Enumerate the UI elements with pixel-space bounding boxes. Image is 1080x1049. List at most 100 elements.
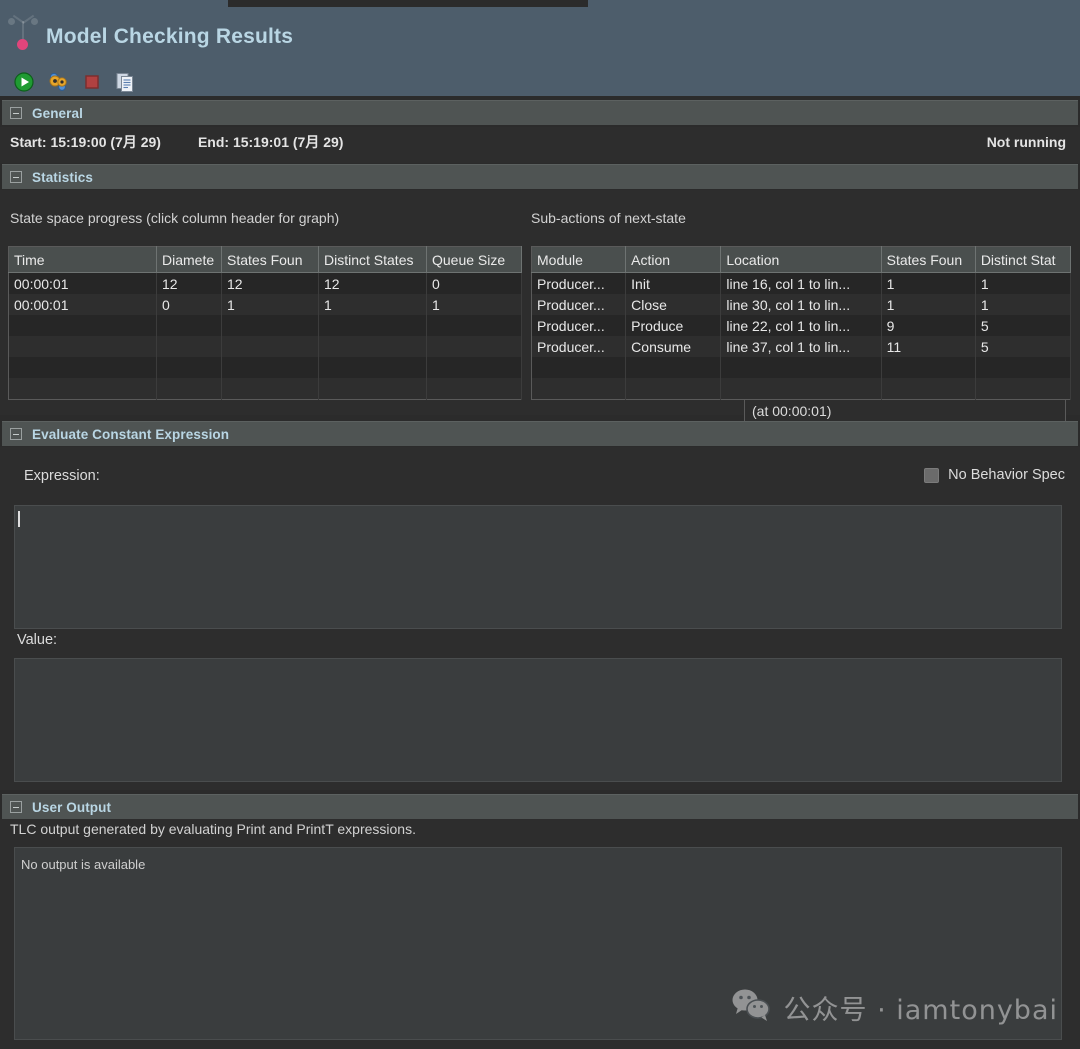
expression-label: Expression: [24,468,100,484]
no-behavior-spec-checkbox[interactable]: No Behavior Spec [924,467,1065,483]
state-space-progress-table[interactable]: Time Diamete States Foun Distinct States Que… [8,246,522,400]
table-cell [426,336,522,357]
table-cell: Producer... [531,336,627,357]
tab-strip-segment-left[interactable] [0,0,228,7]
table-cell: 1 [881,272,976,294]
table-row[interactable]: 00:00:01 12 12 12 0 [8,272,522,294]
text-caret [18,511,20,527]
table-cell: Produce [625,315,722,336]
table-row[interactable]: Producer... Consume line 37, col 1 to lin.… [531,336,1072,357]
table-cell [8,336,157,357]
sub-actions-table[interactable]: Module Action Location States Foun Distinct … [531,246,1072,400]
collapse-toggle-statistics-icon[interactable] [10,171,22,183]
stop-icon[interactable] [80,70,104,94]
table-cell: 1 [426,294,522,315]
column-header-2[interactable]: States Foun [221,246,319,273]
tab-strip-segment-right[interactable] [588,0,1080,7]
editor-tab-strip[interactable] [0,0,1080,7]
tab-strip-segment-active[interactable] [228,0,588,7]
column-header-3[interactable]: States Foun [881,246,976,273]
table-row[interactable]: 00:00:01 0 1 1 1 [8,294,522,315]
value-label: Value: [17,632,58,648]
results-toolbar[interactable] [12,70,138,94]
table-header-row[interactable]: Time Diamete States Foun Distinct States Que… [8,246,522,273]
table-cell [318,378,427,400]
table-cell [156,357,222,378]
table-cell [318,336,427,357]
section-title-evaluate: Evaluate Constant Expression [32,426,230,442]
column-header-1[interactable]: Diamete [156,246,222,273]
table-cell: 12 [318,272,427,294]
general-start-time: Start: 15:19:00 (7月 29) [10,134,161,150]
collapse-toggle-general-icon[interactable] [10,107,22,119]
section-header-user-output[interactable]: User Output [2,794,1078,819]
value-output [14,658,1062,782]
gears-icon[interactable] [46,70,70,94]
copy-icon[interactable] [114,70,138,94]
sub-actions-label: Sub-actions of next-state [531,210,686,226]
column-header-0[interactable]: Time [8,246,157,273]
table-body[interactable]: 00:00:01 12 12 12 0 00:00:01 0 1 1 1 [8,272,522,400]
table-cell: 0 [156,294,222,315]
general-end-time: End: 15:19:01 (7月 29) [197,134,344,150]
table-cell: Producer... [531,315,627,336]
table-row[interactable] [8,378,522,400]
spec-tree-icon [0,14,46,57]
column-header-4[interactable]: Distinct Stat [975,246,1072,273]
checkbox-box-icon[interactable] [924,467,940,483]
state-space-progress-label: State space progress (click column heade… [10,210,340,226]
column-header-0[interactable]: Module [531,246,627,273]
user-output-console[interactable]: No output is available [14,847,1062,1040]
column-header-2[interactable]: Location [720,246,882,273]
table-row[interactable] [8,336,522,357]
table-row[interactable]: Producer... Init line 16, col 1 to lin... 1… [531,272,1072,294]
table-row[interactable] [8,315,522,336]
results-header: Model Checking Results [0,7,1080,96]
table-body[interactable]: Producer... Init line 16, col 1 to lin... 1… [531,272,1072,400]
table-cell: 12 [221,272,319,294]
table-header-row[interactable]: Module Action Location States Foun Distinct … [531,246,1072,273]
run-icon[interactable] [12,70,36,94]
table-cell [318,315,427,336]
table-row[interactable] [531,378,1072,400]
table-cell: Producer... [531,272,627,294]
user-output-text: No output is available [21,857,146,872]
column-header-4[interactable]: Queue Size [426,246,522,273]
table-cell [8,357,157,378]
page-title-row: Model Checking Results [0,14,293,57]
table-cell: 1 [221,294,319,315]
table-cell [881,378,976,400]
table-row[interactable]: Producer... Close line 30, col 1 to lin...… [531,294,1072,315]
section-header-statistics[interactable]: Statistics [2,164,1078,189]
collapse-toggle-evaluate-icon[interactable] [10,428,22,440]
table-row[interactable] [8,357,522,378]
table-cell [881,357,976,378]
status-badge: Not running [986,134,1066,150]
table-cell: Init [625,272,722,294]
table-cell [975,378,1072,400]
section-header-general[interactable]: General [2,100,1078,125]
column-header-1[interactable]: Action [625,246,722,273]
table-cell [8,315,157,336]
table-cell: 00:00:01 [8,272,157,294]
table-row[interactable] [531,357,1072,378]
evaluate-constant-expression-body: Expression: No Behavior Spec Value: [0,447,1080,790]
table-cell: Close [625,294,722,315]
table-cell [156,315,222,336]
table-cell [720,378,882,400]
section-header-evaluate-constant-expression[interactable]: Evaluate Constant Expression [2,421,1078,446]
table-cell [720,357,882,378]
table-cell: line 37, col 1 to lin... [720,336,882,357]
table-cell [156,336,222,357]
table-cell [531,357,627,378]
table-cell: 9 [881,315,976,336]
table-cell [221,336,319,357]
collapse-toggle-user-output-icon[interactable] [10,801,22,813]
general-body: Start: 15:19:00 (7月 29) End: 15:19:01 (7… [0,127,1080,163]
expression-input[interactable] [14,505,1062,629]
column-header-3[interactable]: Distinct States [318,246,427,273]
table-cell: 5 [975,336,1072,357]
user-output-description: TLC output generated by evaluating Print… [10,821,416,837]
table-row[interactable]: Producer... Produce line 22, col 1 to lin.… [531,315,1072,336]
table-cell [318,357,427,378]
